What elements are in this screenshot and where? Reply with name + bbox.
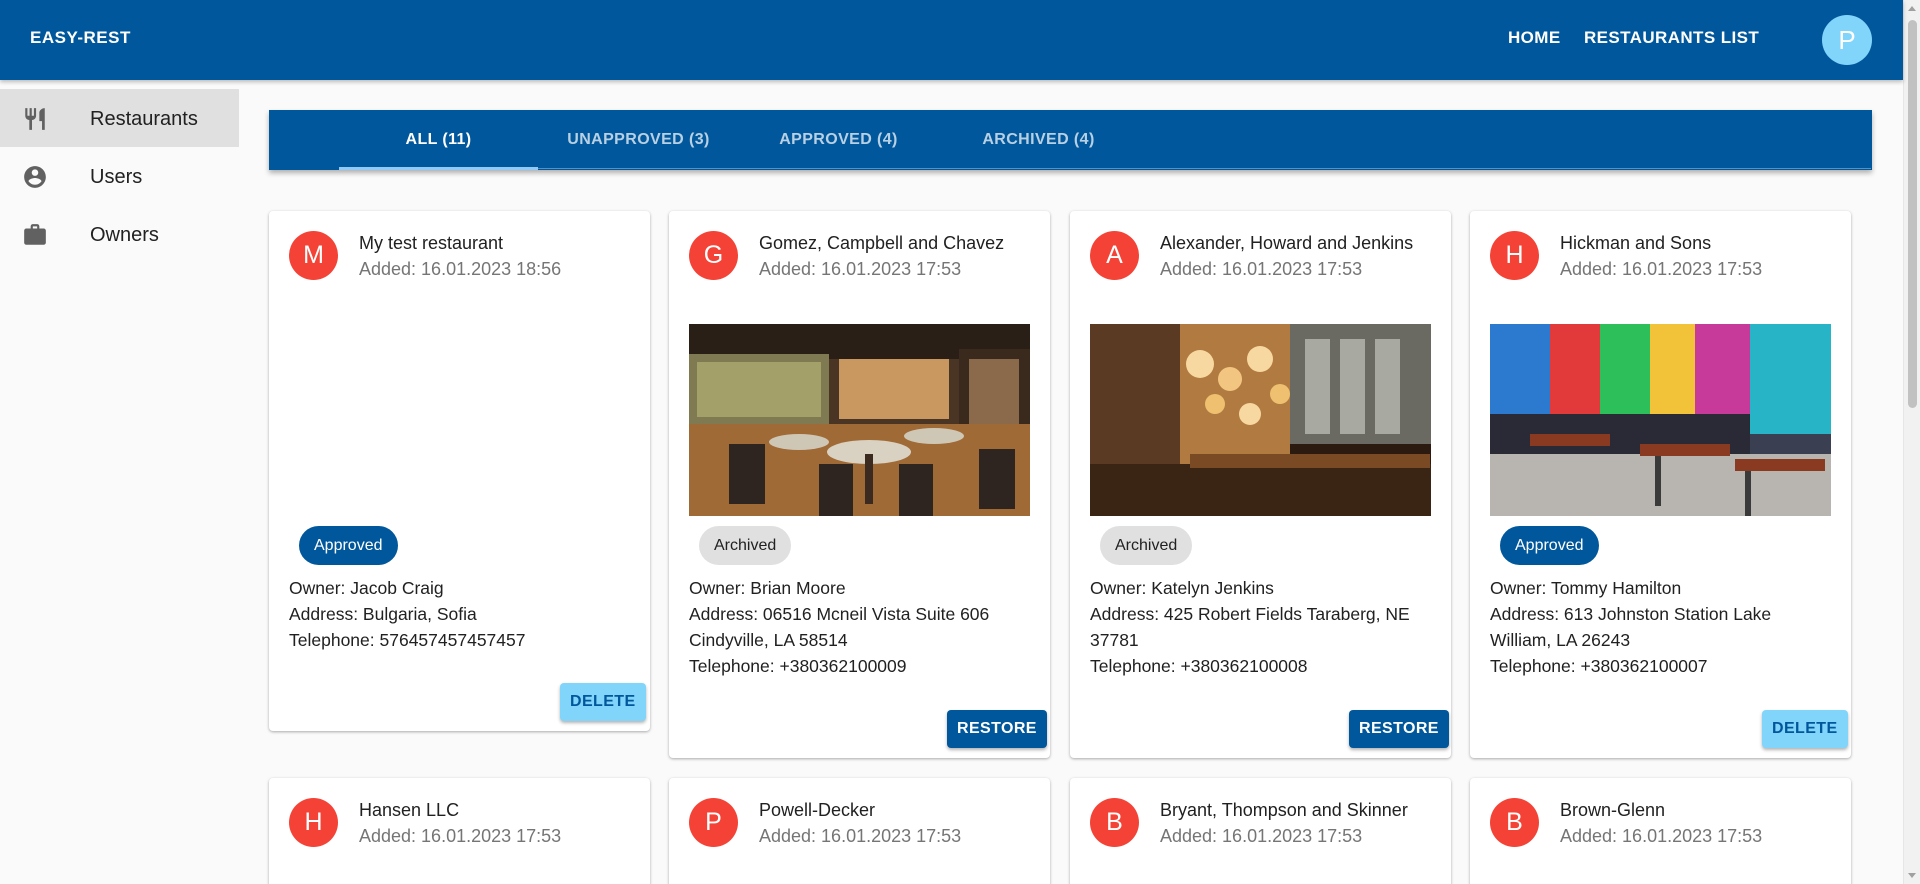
scrollbar-thumb[interactable] <box>1908 20 1917 408</box>
scroll-down-arrow-icon[interactable] <box>1908 873 1916 878</box>
tab-unapproved[interactable]: UNAPPROVED (3) <box>539 110 738 170</box>
tab-archived[interactable]: ARCHIVED (4) <box>939 110 1138 170</box>
address-text: Address: 06516 Mcneil Vista Suite 606 Ci… <box>689 604 990 650</box>
restaurant-name: Hansen LLC <box>359 800 460 820</box>
active-tab-indicator <box>339 167 538 170</box>
briefcase-icon <box>24 224 46 245</box>
restaurant-name: My test restaurant <box>359 233 504 253</box>
restaurant-name: Alexander, Howard and Jenkins <box>1160 233 1414 253</box>
sidebar-item-label: Owners <box>90 224 159 246</box>
telephone-text: Telephone: +380362100007 <box>1490 656 1708 676</box>
tab-all[interactable]: ALL (11) <box>339 110 538 170</box>
restaurant-photo <box>689 324 1030 516</box>
status-tabs: ALL (11) UNAPPROVED (3) APPROVED (4) ARC… <box>269 110 1872 170</box>
restaurant-name: Gomez, Campbell and Chavez <box>759 233 1005 253</box>
address-text: Address: Bulgaria, Sofia <box>289 604 477 624</box>
restaurant-card: H Hansen LLC Added: 16.01.2023 17:53 <box>269 778 650 884</box>
sidebar-item-restaurants[interactable]: Restaurants <box>0 89 239 147</box>
status-chip: Approved <box>299 526 398 565</box>
restaurant-added-date: Added: 16.01.2023 17:53 <box>1560 259 1763 279</box>
owner-text: Owner: Katelyn Jenkins <box>1090 578 1274 598</box>
status-chip: Approved <box>1500 526 1599 565</box>
telephone-text: Telephone: +380362100008 <box>1090 656 1308 676</box>
restore-button[interactable]: RESTORE <box>947 710 1047 748</box>
restaurant-card: P Powell-Decker Added: 16.01.2023 17:53 <box>669 778 1050 884</box>
sidebar-item-users[interactable]: Users <box>0 147 239 205</box>
restaurant-name: Bryant, Thompson and Skinner <box>1160 800 1408 820</box>
restaurant-avatar: P <box>689 798 738 847</box>
restaurant-avatar: A <box>1090 231 1139 280</box>
sidebar-item-label: Users <box>90 166 143 188</box>
restaurant-added-date: Added: 16.01.2023 17:53 <box>1560 826 1763 846</box>
restaurant-name: Powell-Decker <box>759 800 876 820</box>
restaurant-avatar: M <box>289 231 338 280</box>
restore-button[interactable]: RESTORE <box>1349 710 1449 748</box>
page-scrollbar[interactable] <box>1903 0 1920 884</box>
restaurant-details: Owner: Katelyn Jenkins Address: 425 Robe… <box>1090 575 1435 679</box>
tabs-divider <box>339 168 1871 169</box>
user-avatar[interactable]: P <box>1822 15 1872 65</box>
restaurant-avatar: H <box>289 798 338 847</box>
status-chip: Archived <box>699 526 792 565</box>
restaurant-card: H Hickman and Sons Added: 16.01.2023 17:… <box>1470 211 1851 758</box>
owner-text: Owner: Brian Moore <box>689 578 846 598</box>
owner-text: Owner: Tommy Hamilton <box>1490 578 1682 598</box>
sidebar: Restaurants Users Owners <box>0 89 239 263</box>
sidebar-item-label: Restaurants <box>90 108 198 130</box>
restaurant-added-date: Added: 16.01.2023 18:56 <box>359 259 562 279</box>
restaurant-card: B Brown-Glenn Added: 16.01.2023 17:53 <box>1470 778 1851 884</box>
restaurant-avatar: H <box>1490 231 1539 280</box>
restaurant-photo <box>1090 324 1431 516</box>
status-chip: Archived <box>1100 526 1193 565</box>
delete-button[interactable]: DELETE <box>560 683 646 721</box>
restaurant-avatar: B <box>1090 798 1139 847</box>
telephone-text: Telephone: 576457457457457 <box>289 630 526 650</box>
restaurant-added-date: Added: 16.01.2023 17:53 <box>759 259 962 279</box>
app-bar: EASY-REST HOME RESTAURANTS LIST P <box>0 0 1903 80</box>
restaurant-card: M My test restaurant Added: 16.01.2023 1… <box>269 211 650 731</box>
telephone-text: Telephone: +380362100009 <box>689 656 907 676</box>
nav-home-link[interactable]: HOME <box>1508 28 1561 48</box>
restaurant-name: Brown-Glenn <box>1560 800 1666 820</box>
account-circle-icon <box>24 166 46 188</box>
fork-knife-icon <box>25 108 45 130</box>
restaurant-added-date: Added: 16.01.2023 17:53 <box>359 826 562 846</box>
delete-button[interactable]: DELETE <box>1762 710 1848 748</box>
restaurant-card: A Alexander, Howard and Jenkins Added: 1… <box>1070 211 1451 758</box>
address-text: Address: 613 Johnston Station Lake Willi… <box>1490 604 1772 650</box>
restaurant-name: Hickman and Sons <box>1560 233 1712 253</box>
restaurant-card: G Gomez, Campbell and Chavez Added: 16.0… <box>669 211 1050 758</box>
restaurant-photo <box>1490 324 1831 516</box>
address-text: Address: 425 Robert Fields Taraberg, NE … <box>1090 604 1410 650</box>
restaurant-details: Owner: Tommy Hamilton Address: 613 Johns… <box>1490 575 1835 679</box>
restaurant-added-date: Added: 16.01.2023 17:53 <box>1160 259 1363 279</box>
restaurant-avatar: B <box>1490 798 1539 847</box>
brand-title[interactable]: EASY-REST <box>30 28 131 48</box>
restaurant-avatar: G <box>689 231 738 280</box>
restaurant-details: Owner: Jacob Craig Address: Bulgaria, So… <box>289 575 634 653</box>
scroll-up-arrow-icon[interactable] <box>1908 6 1916 11</box>
nav-restaurants-list-link[interactable]: RESTAURANTS LIST <box>1584 28 1759 48</box>
sidebar-item-owners[interactable]: Owners <box>0 205 239 263</box>
owner-text: Owner: Jacob Craig <box>289 578 444 598</box>
tab-approved[interactable]: APPROVED (4) <box>739 110 938 170</box>
restaurant-added-date: Added: 16.01.2023 17:53 <box>759 826 962 846</box>
restaurant-details: Owner: Brian Moore Address: 06516 Mcneil… <box>689 575 1034 679</box>
restaurant-added-date: Added: 16.01.2023 17:53 <box>1160 826 1363 846</box>
restaurant-card: B Bryant, Thompson and Skinner Added: 16… <box>1070 778 1451 884</box>
